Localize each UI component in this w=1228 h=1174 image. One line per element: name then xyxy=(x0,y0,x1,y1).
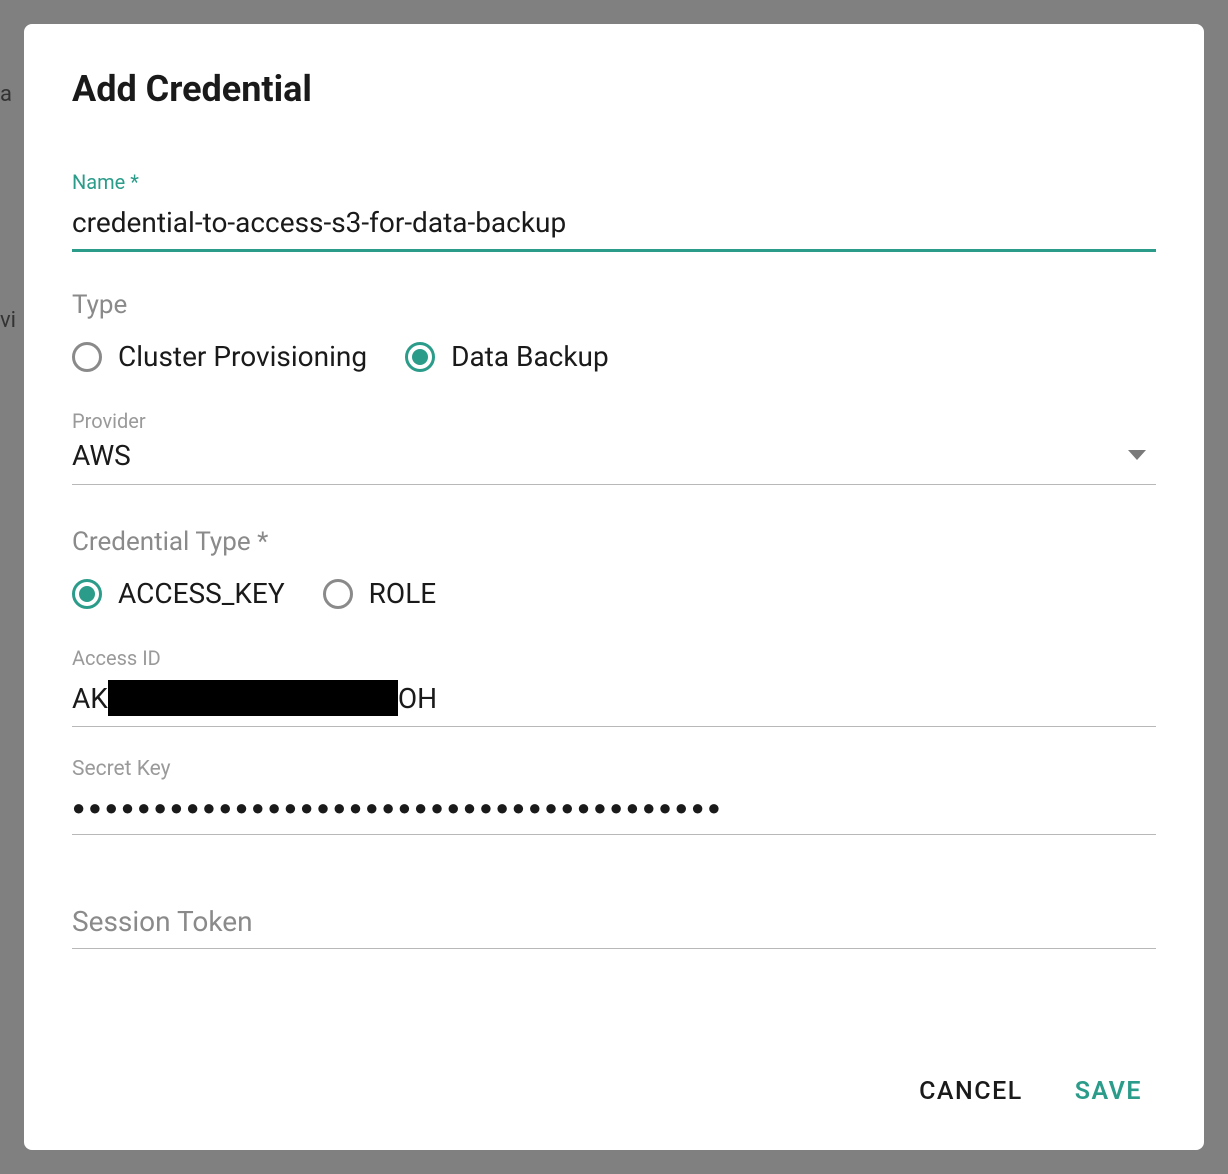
add-credential-dialog: Add Credential Name Type Cluster Provisi… xyxy=(24,24,1204,1150)
secret-key-masked: ●●●●●●●●●●●●●●●●●●●●●●●●●●●●●●●●●●●●●●●● xyxy=(72,791,1156,826)
access-id-input[interactable]: AK OH xyxy=(72,676,1156,727)
name-field: Name xyxy=(72,170,1156,252)
save-button[interactable]: SAVE xyxy=(1071,1069,1146,1114)
provider-label: Provider xyxy=(72,409,1156,433)
provider-field: Provider AWS xyxy=(72,409,1156,527)
session-token-input[interactable] xyxy=(72,895,1156,949)
secret-key-label: Secret Key xyxy=(72,757,1156,781)
session-token-field xyxy=(72,895,1156,949)
credential-type-group: Credential Type ACCESS_KEY ROLE xyxy=(72,527,1156,646)
credential-type-radio-group: ACCESS_KEY ROLE xyxy=(72,577,1156,610)
type-group-label: Type xyxy=(72,290,1156,320)
secret-key-input[interactable]: ●●●●●●●●●●●●●●●●●●●●●●●●●●●●●●●●●●●●●●●● xyxy=(72,787,1156,835)
access-id-field: Access ID AK OH xyxy=(72,646,1156,757)
secret-key-field: Secret Key ●●●●●●●●●●●●●●●●●●●●●●●●●●●●●… xyxy=(72,757,1156,895)
type-group: Type Cluster Provisioning Data Backup xyxy=(72,290,1156,409)
radio-data-backup[interactable]: Data Backup xyxy=(405,340,609,373)
dialog-actions: CANCEL SAVE xyxy=(72,1069,1156,1114)
radio-role[interactable]: ROLE xyxy=(323,577,437,610)
access-id-label: Access ID xyxy=(72,646,1156,670)
chevron-down-icon xyxy=(1128,445,1146,464)
background-text: a xyxy=(0,82,12,107)
cancel-button[interactable]: CANCEL xyxy=(915,1069,1027,1114)
radio-label: ACCESS_KEY xyxy=(118,577,285,610)
radio-access-key[interactable]: ACCESS_KEY xyxy=(72,577,285,610)
name-input[interactable] xyxy=(72,200,1156,252)
access-id-suffix: OH xyxy=(398,682,437,715)
access-id-prefix: AK xyxy=(72,682,108,715)
redacted-block xyxy=(108,680,398,716)
radio-unchecked-icon xyxy=(323,579,353,609)
dialog-title: Add Credential xyxy=(72,68,1156,110)
type-radio-group: Cluster Provisioning Data Backup xyxy=(72,340,1156,373)
radio-label: Data Backup xyxy=(451,340,609,373)
radio-checked-icon xyxy=(72,579,102,609)
provider-select[interactable]: AWS xyxy=(72,439,1156,485)
radio-unchecked-icon xyxy=(72,342,102,372)
radio-label: Cluster Provisioning xyxy=(118,340,367,373)
background-text: vi xyxy=(0,308,16,333)
provider-value: AWS xyxy=(72,439,131,472)
credential-type-label: Credential Type xyxy=(72,527,1156,557)
name-label: Name xyxy=(72,170,1156,194)
radio-cluster-provisioning[interactable]: Cluster Provisioning xyxy=(72,340,367,373)
radio-checked-icon xyxy=(405,342,435,372)
radio-label: ROLE xyxy=(369,577,437,610)
